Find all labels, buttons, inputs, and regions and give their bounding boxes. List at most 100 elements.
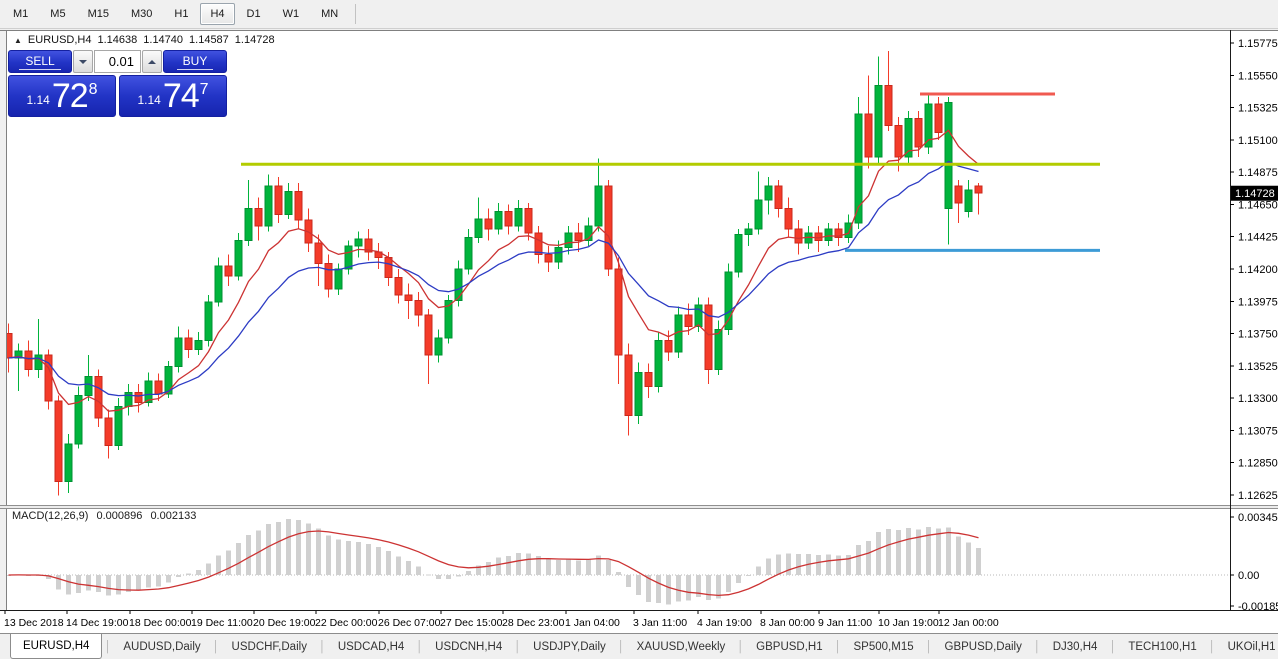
timeframe-button-mn[interactable]: MN bbox=[311, 3, 348, 25]
chart-tab-ukoil-h1[interactable]: UKOil,H1 bbox=[1216, 634, 1278, 659]
price-tick-label: 1.15325 bbox=[1238, 103, 1278, 115]
macd-bar bbox=[516, 553, 521, 575]
macd-bar bbox=[856, 545, 861, 575]
sell-price-point: 8 bbox=[89, 81, 98, 99]
time-tick-label: 1 Jan 04:00 bbox=[565, 617, 620, 629]
macd-bar bbox=[326, 536, 331, 575]
macd-bar bbox=[506, 556, 511, 575]
macd-bar bbox=[136, 575, 141, 591]
time-tick-label: 28 Dec 23:00 bbox=[502, 617, 565, 629]
volume-input[interactable] bbox=[94, 50, 141, 73]
macd-bar bbox=[956, 536, 961, 575]
chart-tab-usdjpy-daily[interactable]: USDJPY,Daily bbox=[521, 634, 618, 659]
buy-button[interactable]: BUY bbox=[163, 50, 227, 73]
macd-bar bbox=[626, 575, 631, 587]
macd-bar bbox=[896, 530, 901, 575]
chart-canvas[interactable]: 1.157751.155501.153251.151001.148751.146… bbox=[0, 28, 1278, 633]
macd-bar bbox=[386, 551, 391, 575]
macd-bar bbox=[406, 561, 411, 575]
macd-bar bbox=[966, 543, 971, 575]
macd-bar bbox=[156, 575, 161, 586]
chart-tab-gbpusd-daily[interactable]: GBPUSD,Daily bbox=[933, 634, 1034, 659]
svg-text:1.14728: 1.14728 bbox=[1235, 188, 1275, 200]
candle bbox=[205, 295, 212, 347]
tab-separator: │ bbox=[213, 634, 220, 659]
macd-bar bbox=[176, 575, 181, 577]
macd-tick-label: -0.001851 bbox=[1238, 601, 1278, 613]
collapse-triangle-icon[interactable]: ▲ bbox=[14, 36, 22, 45]
tab-separator: │ bbox=[1109, 634, 1116, 659]
chart-tab-dj30-h4[interactable]: DJ30,H4 bbox=[1041, 634, 1110, 659]
price-tick-label: 1.15550 bbox=[1238, 70, 1278, 82]
sell-price-button[interactable]: 1.14 72 8 bbox=[8, 75, 116, 117]
sell-button[interactable]: SELL bbox=[8, 50, 72, 73]
timeframe-button-m30[interactable]: M30 bbox=[121, 3, 162, 25]
macd-bar bbox=[586, 560, 591, 575]
price-tick-label: 1.14650 bbox=[1238, 199, 1278, 211]
chart-tab-sp500-m15[interactable]: SP500,M15 bbox=[842, 634, 926, 659]
macd-bar bbox=[316, 529, 321, 575]
macd-signal-value: 0.002133 bbox=[150, 510, 196, 522]
macd-bar bbox=[196, 570, 201, 575]
price-tick-label: 1.14425 bbox=[1238, 232, 1278, 244]
macd-bar bbox=[796, 554, 801, 575]
ohlc-close: 1.14728 bbox=[235, 34, 275, 46]
volume-decrease-button[interactable] bbox=[73, 50, 93, 73]
macd-bar bbox=[706, 575, 711, 600]
macd-bar bbox=[726, 575, 731, 592]
chart-tab-gbpusd-h1[interactable]: GBPUSD,H1 bbox=[744, 634, 834, 659]
volume-increase-button[interactable] bbox=[142, 50, 162, 73]
current-price-tag: 1.14728 bbox=[1231, 186, 1278, 201]
candle bbox=[905, 111, 912, 163]
chart-tab-xauusd-weekly[interactable]: XAUUSD,Weekly bbox=[625, 634, 738, 659]
chart-tab-usdcnh-h4[interactable]: USDCNH,H4 bbox=[423, 634, 514, 659]
macd-value: 0.000896 bbox=[96, 510, 142, 522]
candle bbox=[45, 349, 52, 409]
buy-price-button[interactable]: 1.14 74 7 bbox=[119, 75, 227, 117]
macd-bar bbox=[826, 555, 831, 575]
timeframe-button-w1[interactable]: W1 bbox=[273, 3, 310, 25]
one-click-trading-panel: SELL BUY 1.14 72 8 1.14 74 7 bbox=[8, 50, 227, 117]
tab-separator: │ bbox=[618, 634, 625, 659]
macd-bar bbox=[116, 575, 121, 594]
macd-bar bbox=[286, 519, 291, 575]
price-tick-label: 1.13525 bbox=[1238, 361, 1278, 373]
time-tick-label: 4 Jan 19:00 bbox=[697, 617, 752, 629]
macd-tick-label: 0.00 bbox=[1238, 570, 1259, 582]
timeframe-button-m15[interactable]: M15 bbox=[78, 3, 119, 25]
timeframe-button-h4[interactable]: H4 bbox=[200, 3, 234, 25]
time-tick-label: 8 Jan 00:00 bbox=[760, 617, 815, 629]
chart-tab-usdchf-daily[interactable]: USDCHF,Daily bbox=[220, 634, 319, 659]
timeframe-button-m5[interactable]: M5 bbox=[40, 3, 75, 25]
macd-bar bbox=[456, 575, 461, 576]
spinner-up-icon bbox=[148, 60, 156, 64]
timeframe-button-d1[interactable]: D1 bbox=[237, 3, 271, 25]
macd-bar bbox=[466, 571, 471, 575]
macd-bar bbox=[526, 553, 531, 575]
macd-bar bbox=[206, 564, 211, 575]
price-tick-label: 1.13075 bbox=[1238, 425, 1278, 437]
candle bbox=[445, 295, 452, 344]
chart-tab-tech100-h1[interactable]: TECH100,H1 bbox=[1116, 634, 1208, 659]
macd-bar bbox=[676, 575, 681, 602]
chart-tab-audusd-daily[interactable]: AUDUSD,Daily bbox=[111, 634, 212, 659]
tab-separator: │ bbox=[416, 634, 423, 659]
macd-bar bbox=[446, 575, 451, 579]
candle bbox=[95, 369, 102, 426]
chart-tab-eurusd-h4[interactable]: EURUSD,H4 bbox=[10, 633, 102, 659]
ohlc-low: 1.14587 bbox=[189, 34, 229, 46]
macd-tick-label: 0.003452 bbox=[1238, 512, 1278, 524]
timeframe-button-h1[interactable]: H1 bbox=[164, 3, 198, 25]
timeframe-button-m1[interactable]: M1 bbox=[3, 3, 38, 25]
price-tick-label: 1.14200 bbox=[1238, 264, 1278, 276]
macd-bar bbox=[756, 566, 761, 575]
macd-bar bbox=[96, 575, 101, 592]
candle bbox=[55, 395, 62, 495]
macd-bar bbox=[936, 528, 941, 575]
macd-bar bbox=[546, 559, 551, 575]
macd-bar bbox=[336, 540, 341, 575]
macd-bar bbox=[876, 532, 881, 575]
macd-bar bbox=[666, 575, 671, 604]
chart-tab-usdcad-h4[interactable]: USDCAD,H4 bbox=[326, 634, 416, 659]
macd-name: MACD(12,26,9) bbox=[12, 510, 88, 522]
